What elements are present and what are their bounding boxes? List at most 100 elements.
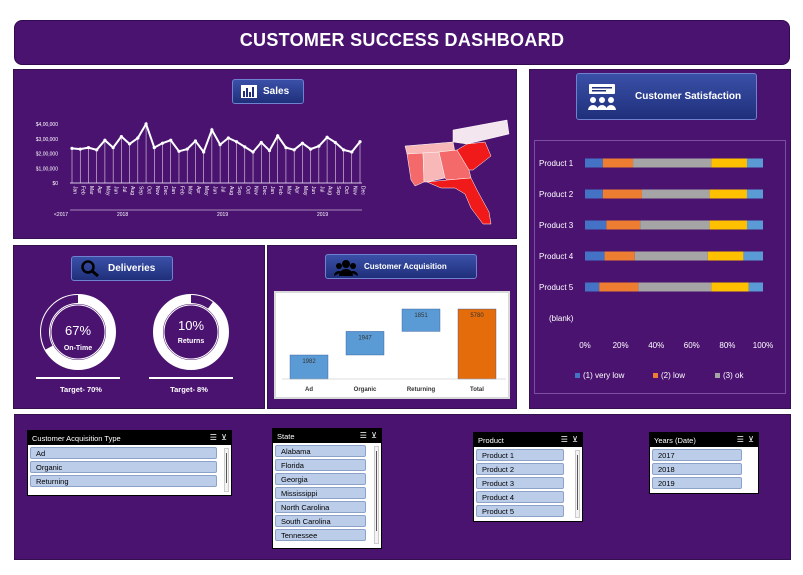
satisfaction-x-tick: 80% xyxy=(719,341,735,350)
clear-filter-icon[interactable]: ⊻ xyxy=(221,433,228,442)
sales-year-label: <2017 xyxy=(54,212,68,218)
slicer-item-alabama[interactable]: Alabama xyxy=(275,445,366,457)
dashboard-title: CUSTOMER SUCCESS DASHBOARD xyxy=(239,30,565,50)
sales-data-point xyxy=(292,148,296,152)
slicer-item-product-5[interactable]: Product 5 xyxy=(476,505,564,517)
slicer-item-2018[interactable]: 2018 xyxy=(652,463,742,475)
satisfaction-category-label: Product 1 xyxy=(539,159,574,168)
satisfaction-bar-segment xyxy=(746,189,763,199)
satisfaction-bar-segment xyxy=(585,158,603,168)
multi-select-icon[interactable]: ☰ xyxy=(737,435,745,444)
multi-select-icon[interactable]: ☰ xyxy=(561,435,569,444)
slicer-item-2017[interactable]: 2017 xyxy=(652,449,742,461)
sales-data-point xyxy=(136,136,140,140)
sales-data-point xyxy=(185,147,189,151)
sales-month-label: Dec xyxy=(162,186,168,195)
slicer-item-returning[interactable]: Returning xyxy=(30,475,217,487)
sales-button[interactable]: Sales xyxy=(232,79,304,104)
satisfaction-x-tick: 100% xyxy=(753,341,773,350)
sales-data-point xyxy=(144,122,148,126)
acquisition-waterfall-chart: 1982 Ad 1947 Organic 1851 Returning 5780 Total xyxy=(274,291,510,399)
sales-month-label: Mar xyxy=(187,186,193,195)
acquisition-bar-value: 5780 xyxy=(470,313,484,319)
slicer-item-product-1[interactable]: Product 1 xyxy=(476,449,564,461)
slicer-item-product-3[interactable]: Product 3 xyxy=(476,477,564,489)
satisfaction-bar-segment xyxy=(709,189,747,199)
slicer-item-organic[interactable]: Organic xyxy=(30,461,217,473)
acq-type-slicer-header: Customer Acquisition Type ☰ ⊻ xyxy=(28,431,231,445)
slicer-item-2019[interactable]: 2019 xyxy=(652,477,742,489)
sales-data-point xyxy=(243,145,247,149)
slicer-panel: Customer Acquisition Type ☰ ⊻ Ad Organic… xyxy=(14,414,791,560)
slicer-item-mississippi[interactable]: Mississippi xyxy=(275,487,366,499)
slicer-item-north-carolina[interactable]: North Carolina xyxy=(275,501,366,513)
sales-state-map xyxy=(404,119,510,225)
returns-percent: 10% xyxy=(177,318,205,333)
product-slicer: Product ☰ ⊻ Product 1 Product 2 Product … xyxy=(473,432,583,522)
sales-month-label: Apr xyxy=(96,186,102,194)
acquisition-bar-value: 1982 xyxy=(302,359,316,365)
slicer-item-georgia[interactable]: Georgia xyxy=(275,473,366,485)
returns-target-line xyxy=(149,377,233,379)
satisfaction-bar-segment xyxy=(711,282,749,292)
satisfaction-bar-segment xyxy=(748,282,763,292)
sales-data-point xyxy=(317,144,321,148)
satisfaction-bar-segment xyxy=(711,158,747,168)
sales-month-label: Jul xyxy=(318,186,324,192)
customer-satisfaction-button[interactable]: Customer Satisfaction xyxy=(576,73,757,120)
sales-data-point xyxy=(333,140,337,145)
sales-data-point xyxy=(78,147,82,151)
satisfaction-legend-swatch xyxy=(575,373,580,378)
slicer-item-product-4[interactable]: Product 4 xyxy=(476,491,564,503)
sales-data-point xyxy=(152,146,156,150)
sales-year-label: 2019 xyxy=(217,212,228,218)
sales-button-label: Sales xyxy=(263,86,290,97)
multi-select-icon[interactable]: ☰ xyxy=(210,433,218,442)
satisfaction-legend-label: (3) ok xyxy=(723,371,744,380)
customer-acquisition-button[interactable]: Customer Acquisition xyxy=(325,254,477,279)
state-scrollbar[interactable] xyxy=(374,446,379,544)
sales-month-label: Mar xyxy=(285,186,291,195)
satisfaction-bar-segment xyxy=(746,158,763,168)
satisfaction-x-tick: 0% xyxy=(579,341,591,350)
satisfaction-bar-chart: Product 1 Product 2 Product 3 Product 4 Prod… xyxy=(534,140,786,394)
sales-y-tick: $2,00,000 xyxy=(36,152,58,158)
sales-month-label: Apr xyxy=(195,186,201,194)
sales-data-point xyxy=(169,138,173,142)
acquisition-bar-value: 1947 xyxy=(358,335,372,341)
acquisition-category-label: Returning xyxy=(407,387,436,393)
acq-type-scrollbar[interactable] xyxy=(224,448,229,492)
sales-month-label: Nov xyxy=(351,186,357,195)
satisfaction-category-label: Product 4 xyxy=(539,252,574,261)
sales-data-point xyxy=(128,142,132,146)
acquisition-category-label: Total xyxy=(470,387,484,393)
sales-data-point xyxy=(341,148,346,152)
bar-chart-icon xyxy=(241,85,257,98)
slicer-item-ad[interactable]: Ad xyxy=(30,447,217,459)
sales-month-label: May xyxy=(104,186,110,196)
clear-filter-icon[interactable]: ⊻ xyxy=(572,435,579,444)
satisfaction-category-label: Product 2 xyxy=(539,190,574,199)
slicer-item-florida[interactable]: Florida xyxy=(275,459,366,471)
clear-filter-icon[interactable]: ⊻ xyxy=(748,435,755,444)
years-slicer-title: Years (Date) xyxy=(654,436,696,445)
acq-type-slicer-list: Ad Organic Returning xyxy=(28,445,231,495)
sales-y-tick: $1,00,000 xyxy=(36,166,58,172)
sales-data-point xyxy=(202,150,206,154)
slicer-item-tennessee[interactable]: Tennessee xyxy=(275,529,366,541)
multi-select-icon[interactable]: ☰ xyxy=(360,431,368,440)
sales-data-point xyxy=(251,150,255,154)
sales-year-label: 2019 xyxy=(317,212,328,218)
satisfaction-bar-segment xyxy=(585,220,607,230)
deliveries-button[interactable]: Deliveries xyxy=(71,256,173,281)
satisfaction-bar-segment xyxy=(606,220,641,230)
satisfaction-bar-segment xyxy=(746,220,763,230)
slicer-item-product-2[interactable]: Product 2 xyxy=(476,463,564,475)
map-north-carolina xyxy=(452,119,510,145)
sales-y-tick: $0 xyxy=(52,181,58,187)
sales-month-label: Jun xyxy=(113,186,119,194)
slicer-item-south-carolina[interactable]: South Carolina xyxy=(275,515,366,527)
clear-filter-icon[interactable]: ⊻ xyxy=(371,431,378,440)
product-scrollbar[interactable] xyxy=(575,450,580,518)
sales-data-point xyxy=(70,146,74,150)
